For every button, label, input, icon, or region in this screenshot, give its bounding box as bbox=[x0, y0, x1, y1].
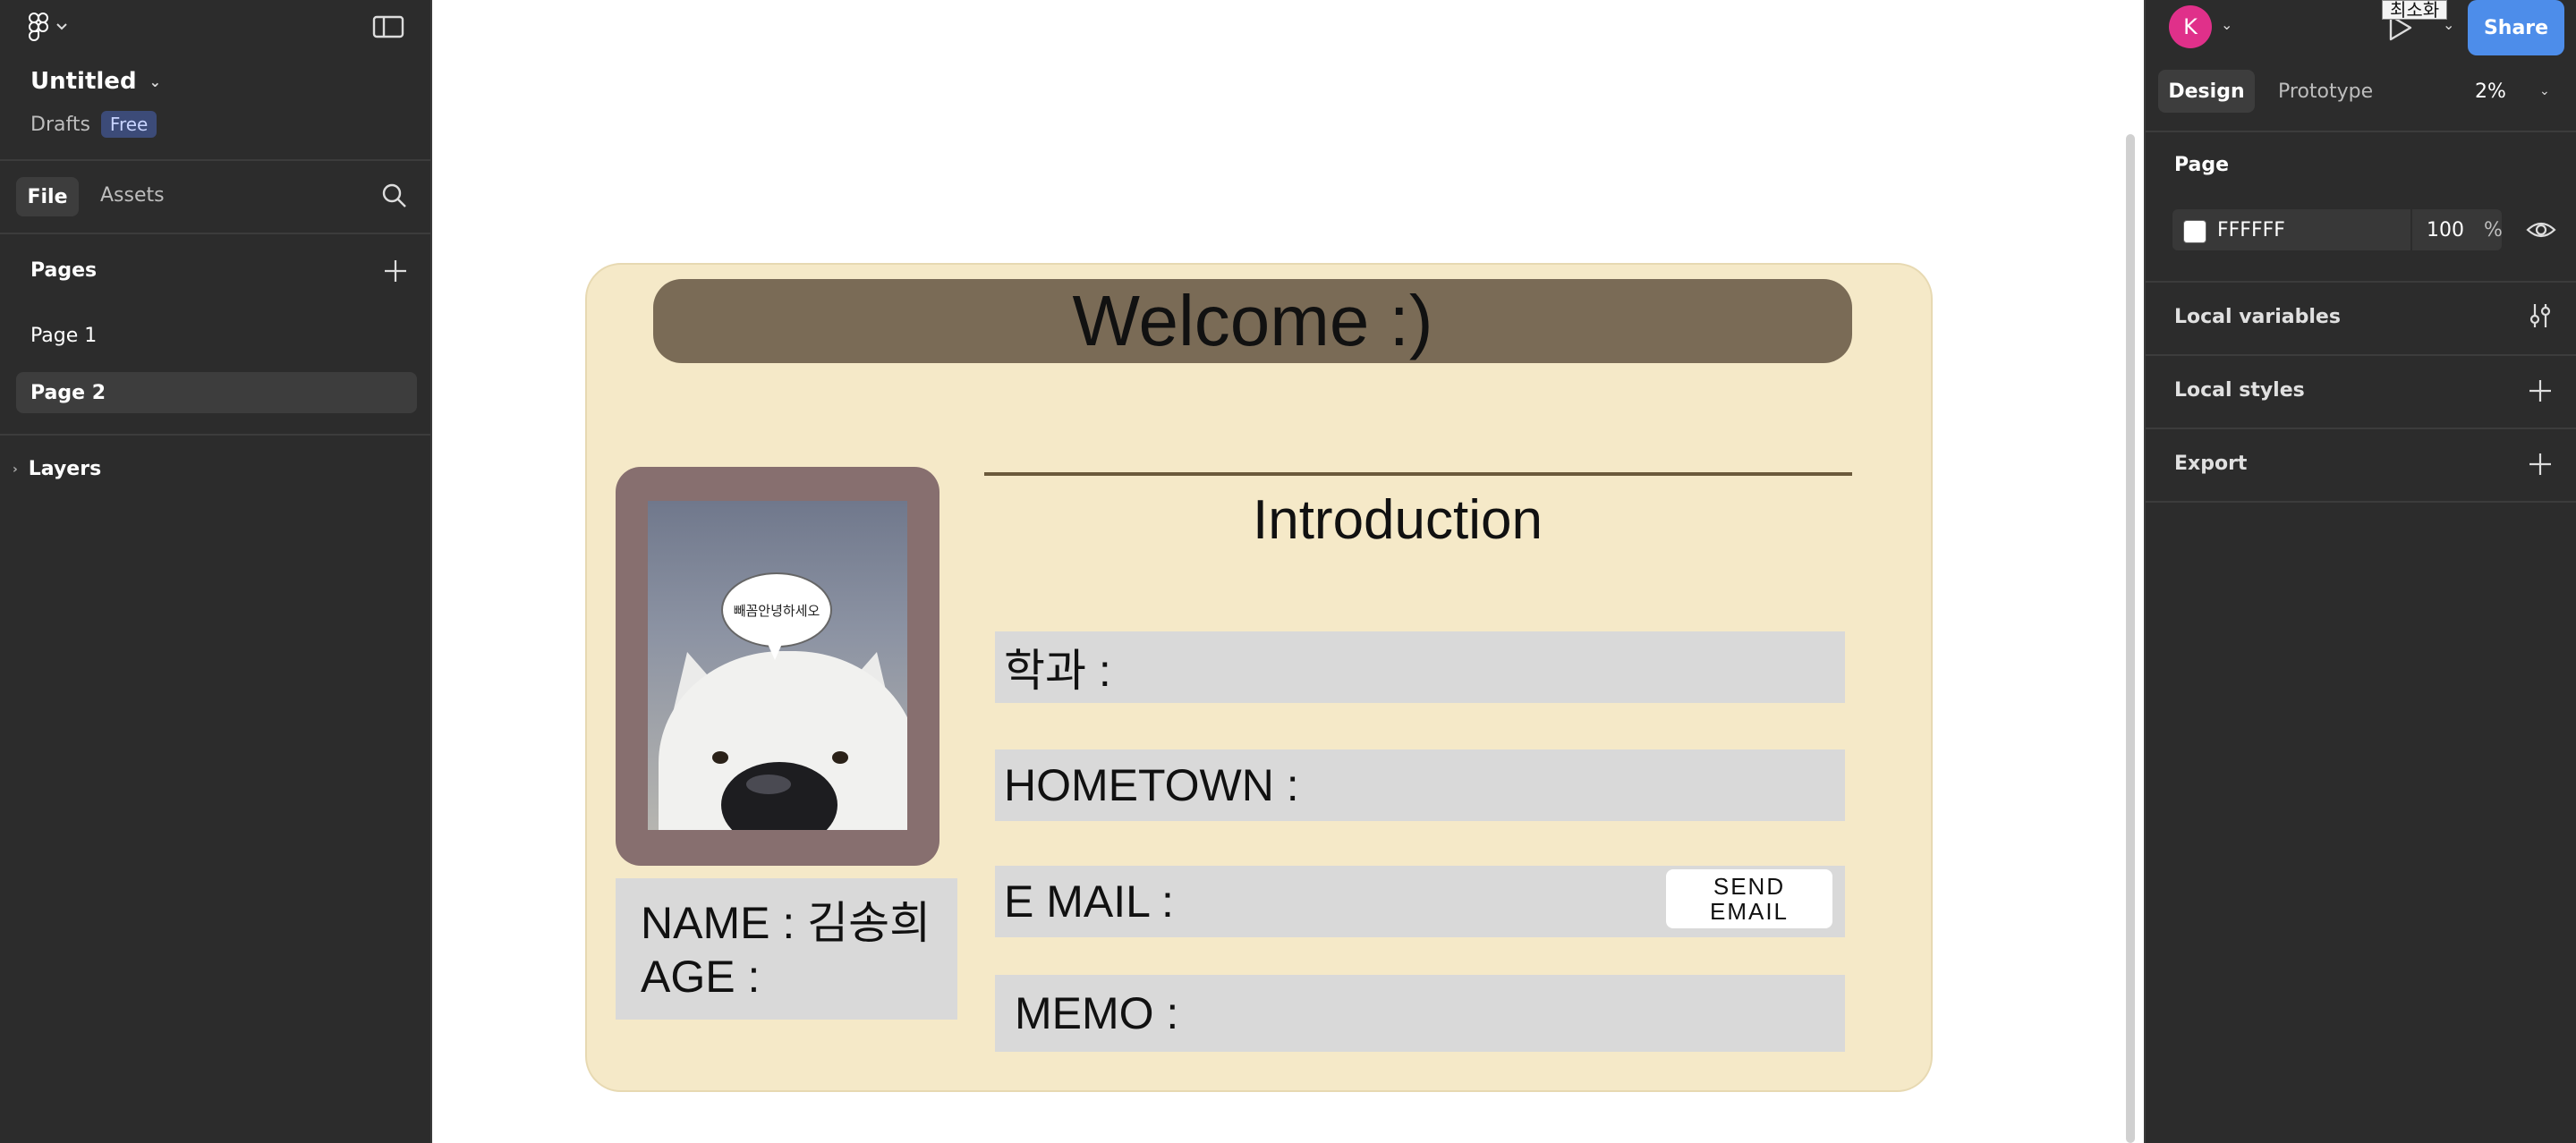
chevron-right-icon: › bbox=[13, 461, 18, 477]
dog-nose-highlight bbox=[746, 775, 791, 794]
right-tabs: Design Prototype 2% ⌄ bbox=[2146, 70, 2576, 114]
local-variables-button[interactable] bbox=[2525, 301, 2555, 331]
photo-frame[interactable]: 빼꼼안녕하세오 bbox=[616, 467, 939, 866]
chevron-down-icon[interactable]: ⌄ bbox=[2539, 84, 2550, 98]
page-fill-row[interactable]: FFFFFF 100 % bbox=[2172, 209, 2503, 250]
plus-icon bbox=[385, 260, 406, 282]
sidebar-icon bbox=[372, 15, 404, 38]
share-button[interactable]: Share bbox=[2468, 0, 2564, 55]
search-icon bbox=[382, 183, 406, 207]
chevron-down-icon: ⌄ bbox=[149, 72, 161, 90]
plus-icon bbox=[2529, 453, 2551, 475]
sliders-icon bbox=[2529, 304, 2551, 327]
speech-bubble: 빼꼼안녕하세오 bbox=[721, 572, 832, 648]
search-button[interactable] bbox=[379, 181, 410, 211]
file-name: Untitled bbox=[30, 68, 137, 95]
file-location: Drafts Free bbox=[30, 111, 157, 138]
layers-toggle[interactable]: › Layers bbox=[13, 458, 101, 480]
age-line: AGE : bbox=[641, 952, 761, 1002]
pages-heading: Pages bbox=[30, 259, 98, 282]
field-label: 학과 : bbox=[1004, 646, 1111, 696]
intro-divider bbox=[984, 472, 1852, 476]
canvas[interactable]: Welcome :) 빼꼼안녕하세오 NAME : 김송희 AGE : Intr… bbox=[432, 0, 2144, 1143]
field-hometown[interactable]: HOMETOWN : bbox=[995, 749, 1845, 821]
welcome-banner[interactable]: Welcome :) bbox=[653, 279, 1852, 363]
divider bbox=[2146, 131, 2576, 132]
field-memo[interactable]: MEMO : bbox=[995, 975, 1845, 1052]
dog-eye-right bbox=[832, 751, 848, 764]
chevron-down-icon[interactable]: ⌄ bbox=[2221, 16, 2232, 33]
field-department[interactable]: 학과 : bbox=[995, 631, 1845, 703]
speech-bubble-tail bbox=[768, 644, 782, 660]
welcome-text: Welcome :) bbox=[1072, 281, 1433, 360]
divider bbox=[2146, 281, 2576, 283]
tab-file[interactable]: File bbox=[16, 177, 79, 216]
add-local-style-button[interactable] bbox=[2525, 376, 2555, 406]
divider bbox=[2410, 209, 2412, 250]
add-export-button[interactable] bbox=[2525, 449, 2555, 479]
main-menu-button[interactable] bbox=[29, 13, 82, 41]
tab-assets[interactable]: Assets bbox=[100, 184, 165, 207]
send-email-button[interactable]: SEND EMAIL bbox=[1666, 869, 1832, 928]
local-variables-label[interactable]: Local variables bbox=[2174, 306, 2341, 328]
page-section-title: Page bbox=[2174, 154, 2230, 176]
divider bbox=[2146, 428, 2576, 429]
name-line: NAME : 김송희 bbox=[641, 898, 931, 948]
divider bbox=[2146, 354, 2576, 356]
field-label: MEMO : bbox=[1015, 988, 1179, 1038]
avatar[interactable]: K bbox=[2169, 5, 2212, 48]
profile-card-frame[interactable]: Welcome :) 빼꼼안녕하세오 NAME : 김송희 AGE : Intr… bbox=[585, 263, 1933, 1092]
plus-icon bbox=[2529, 380, 2551, 402]
field-label: E MAIL : bbox=[1004, 876, 1174, 927]
tooltip: 최소화 bbox=[2382, 0, 2448, 20]
visibility-toggle[interactable] bbox=[2525, 215, 2557, 245]
drafts-link[interactable]: Drafts bbox=[30, 114, 90, 136]
divider bbox=[0, 434, 430, 436]
tab-design[interactable]: Design bbox=[2158, 70, 2255, 113]
dog-photo[interactable]: 빼꼼안녕하세오 bbox=[648, 501, 907, 830]
file-header: Untitled ⌄ Drafts Free bbox=[0, 0, 430, 161]
file-name-menu[interactable]: Untitled ⌄ bbox=[30, 68, 161, 95]
speech-bubble-text: 빼꼼안녕하세오 bbox=[733, 602, 820, 619]
fill-hex-input[interactable]: FFFFFF bbox=[2217, 219, 2285, 241]
zoom-level[interactable]: 2% bbox=[2475, 80, 2506, 103]
opacity-input[interactable]: 100 bbox=[2427, 219, 2464, 241]
local-styles-label: Local styles bbox=[2174, 379, 2305, 402]
right-sidebar: K ⌄ 최소화 ⌄ Share Design Prototype 2% ⌄ Pa… bbox=[2144, 0, 2576, 1143]
add-page-button[interactable] bbox=[380, 256, 411, 286]
page-item-2[interactable]: Page 2 bbox=[16, 372, 417, 413]
eye-icon bbox=[2526, 222, 2556, 238]
tab-prototype[interactable]: Prototype bbox=[2278, 80, 2373, 103]
vertical-scrollbar[interactable] bbox=[2126, 134, 2135, 1143]
chevron-down-icon[interactable]: ⌄ bbox=[2443, 16, 2454, 33]
left-tabs: File Assets bbox=[0, 161, 430, 234]
plan-badge: Free bbox=[100, 111, 157, 138]
field-label: HOMETOWN : bbox=[1004, 760, 1299, 810]
left-sidebar: Untitled ⌄ Drafts Free File Assets Pages… bbox=[0, 0, 432, 1143]
intro-title: Introduction bbox=[1253, 489, 1543, 551]
export-label: Export bbox=[2174, 453, 2248, 475]
layers-heading: Layers bbox=[28, 458, 102, 480]
divider bbox=[2146, 501, 2576, 503]
toggle-sidebar-button[interactable] bbox=[372, 14, 404, 39]
chevron-down-icon bbox=[56, 23, 67, 30]
dog-eye-left bbox=[712, 751, 728, 764]
figma-logo-icon bbox=[29, 13, 48, 41]
name-age-box[interactable]: NAME : 김송희 AGE : bbox=[616, 878, 957, 1020]
fill-swatch[interactable] bbox=[2183, 220, 2206, 243]
opacity-unit: % bbox=[2484, 219, 2503, 241]
page-item-1[interactable]: Page 1 bbox=[16, 315, 417, 356]
